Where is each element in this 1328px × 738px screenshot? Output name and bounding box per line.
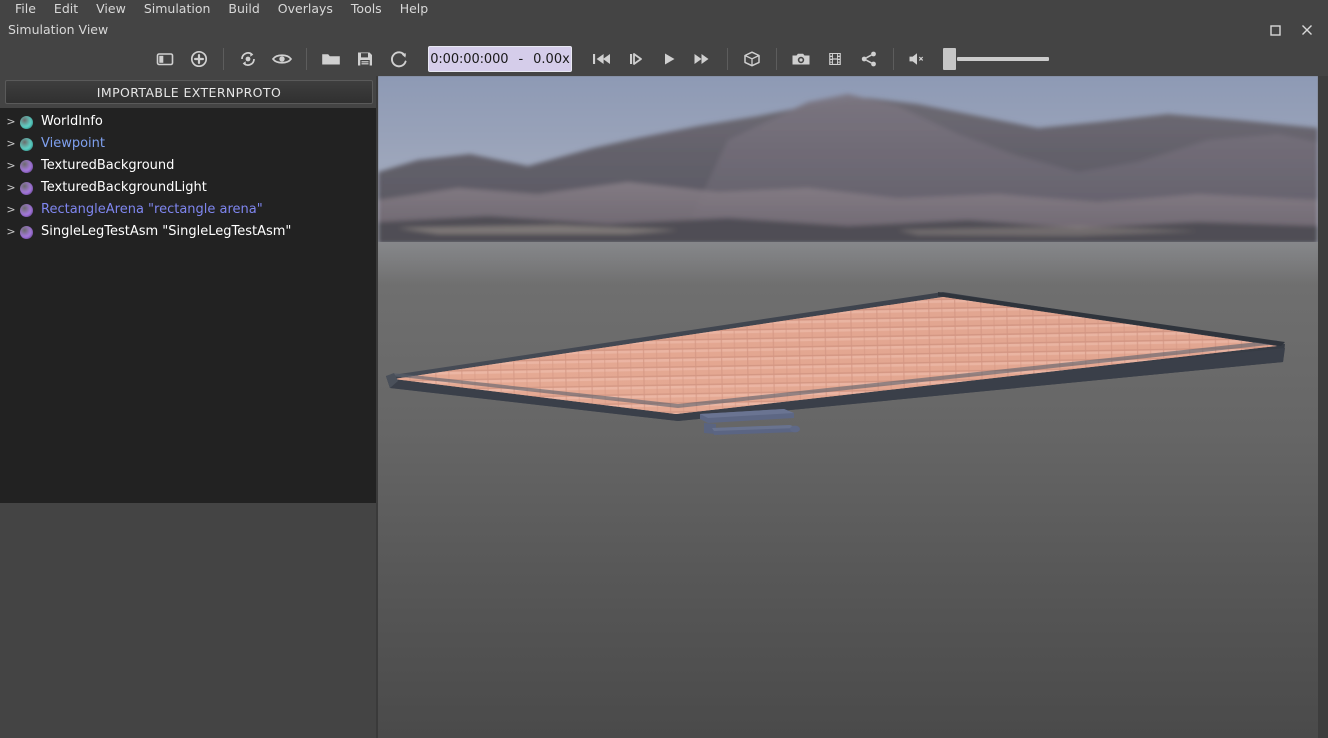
toolbar-separator <box>306 48 307 70</box>
open-world-icon[interactable] <box>314 44 348 74</box>
node-bullet-icon <box>20 137 33 151</box>
chevron-right-icon[interactable]: > <box>4 177 18 199</box>
time-speed-separator: - <box>518 51 524 67</box>
chevron-right-icon[interactable]: > <box>4 133 18 155</box>
volume-slider[interactable] <box>943 46 1049 72</box>
tree-item[interactable]: > Viewpoint <box>0 133 378 155</box>
viewport-right-edge <box>1318 76 1328 738</box>
menu-item-file[interactable]: File <box>6 0 45 18</box>
tree-item-label: RectangleArena "rectangle arena" <box>41 202 263 217</box>
movie-icon[interactable] <box>818 44 852 74</box>
tab-bar: Simulation View <box>0 18 1328 42</box>
toolbar-separator <box>776 48 777 70</box>
simulation-speed-value: 0.00x <box>533 51 570 67</box>
tree-item[interactable]: > SingleLegTestAsm "SingleLegTestAsm" <box>0 221 378 243</box>
node-bullet-icon <box>20 225 33 239</box>
mute-icon[interactable] <box>901 44 935 74</box>
simulation-3d-viewport[interactable] <box>378 76 1318 738</box>
window-controls <box>1266 21 1316 39</box>
tree-item[interactable]: > TexturedBackground <box>0 155 378 177</box>
scene-tree: > WorldInfo > Viewpoint > TexturedBackground >… <box>0 108 378 503</box>
fast-forward-icon[interactable] <box>686 44 720 74</box>
simulation-time-display[interactable]: 0:00:00:000 - 0.00x <box>428 46 572 72</box>
rewind-icon[interactable] <box>584 44 618 74</box>
chevron-right-icon[interactable]: > <box>4 155 18 177</box>
menu-item-build[interactable]: Build <box>219 0 268 18</box>
chevron-right-icon[interactable]: > <box>4 221 18 243</box>
view-node-icon[interactable] <box>265 44 299 74</box>
tree-item-label: TexturedBackgroundLight <box>41 180 207 195</box>
save-world-icon[interactable] <box>348 44 382 74</box>
menu-item-overlays[interactable]: Overlays <box>269 0 342 18</box>
menu-item-tools[interactable]: Tools <box>342 0 391 18</box>
toolbar-separator <box>893 48 894 70</box>
rectangle-arena <box>386 292 1285 421</box>
tab-simulation-view[interactable]: Simulation View <box>8 22 108 38</box>
toolbar-separator <box>727 48 728 70</box>
node-bullet-icon <box>20 115 33 129</box>
share-icon[interactable] <box>852 44 886 74</box>
add-node-icon[interactable] <box>182 44 216 74</box>
play-icon[interactable] <box>652 44 686 74</box>
chevron-right-icon[interactable]: > <box>4 111 18 133</box>
volume-slider-track <box>957 57 1049 61</box>
menu-item-simulation[interactable]: Simulation <box>135 0 220 18</box>
single-leg-test-asm-robot[interactable] <box>698 406 808 440</box>
tree-item[interactable]: > WorldInfo <box>0 111 378 133</box>
close-icon[interactable] <box>1298 21 1316 39</box>
menu-bar: File Edit View Simulation Build Overlays… <box>0 0 1328 18</box>
tree-item[interactable]: > RectangleArena "rectangle arena" <box>0 199 378 221</box>
volume-slider-handle[interactable] <box>943 48 956 70</box>
menu-item-view[interactable]: View <box>87 0 135 18</box>
toolbar: 0:00:00:000 - 0.00x <box>0 42 1328 76</box>
tree-item-label: TexturedBackground <box>41 158 175 173</box>
render-3d-icon[interactable] <box>735 44 769 74</box>
scene-tree-panel: IMPORTABLE EXTERNPROTO > WorldInfo > Viewpo… <box>0 76 378 738</box>
tree-item-label: Viewpoint <box>41 136 106 151</box>
node-bullet-icon <box>20 159 33 173</box>
toggle-sidebar-icon[interactable] <box>148 44 182 74</box>
toolbar-separator <box>223 48 224 70</box>
tree-item-label: WorldInfo <box>41 114 103 129</box>
node-bullet-icon <box>20 203 33 217</box>
menu-item-help[interactable]: Help <box>391 0 438 18</box>
application-window: File Edit View Simulation Build Overlays… <box>0 0 1328 738</box>
simulation-time-value: 0:00:00:000 <box>430 51 509 67</box>
tree-item[interactable]: > TexturedBackgroundLight <box>0 177 378 199</box>
tree-item-label: SingleLegTestAsm "SingleLegTestAsm" <box>41 224 292 239</box>
importable-externproto-header[interactable]: IMPORTABLE EXTERNPROTO <box>5 80 373 104</box>
menu-item-edit[interactable]: Edit <box>45 0 87 18</box>
reload-world-icon[interactable] <box>382 44 416 74</box>
transform-node-icon[interactable] <box>231 44 265 74</box>
node-bullet-icon <box>20 181 33 195</box>
chevron-right-icon[interactable]: > <box>4 199 18 221</box>
screenshot-icon[interactable] <box>784 44 818 74</box>
step-icon[interactable] <box>618 44 652 74</box>
maximize-icon[interactable] <box>1266 21 1284 39</box>
